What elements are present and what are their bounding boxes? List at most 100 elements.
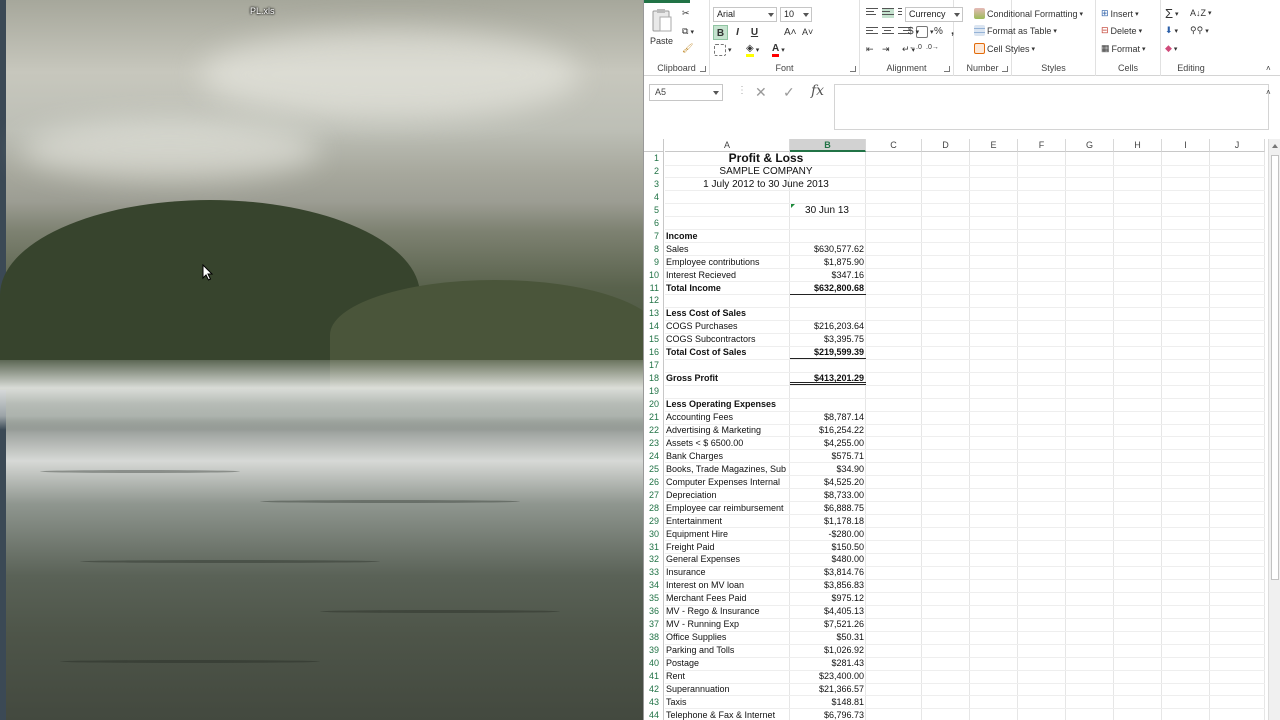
cell-b[interactable]: $480.00 <box>790 553 866 566</box>
row-number[interactable]: 32 <box>644 553 664 567</box>
cell-b[interactable]: $413,201.29 <box>790 372 866 386</box>
vertical-scrollbar[interactable] <box>1268 139 1280 720</box>
clear-button[interactable]: ◆ ▾ <box>1165 43 1177 54</box>
row-number[interactable]: 17 <box>644 359 664 373</box>
column-header-h[interactable]: H <box>1114 139 1162 152</box>
format-cells-button[interactable]: ▦ Format ▾ <box>1101 43 1146 54</box>
cell-b[interactable]: $575.71 <box>790 450 866 463</box>
row-number[interactable]: 35 <box>644 592 664 606</box>
number-launcher[interactable] <box>1002 66 1008 72</box>
copy-button[interactable]: ⧉ ▾ <box>682 26 694 37</box>
cell-a[interactable]: Office Supplies <box>665 631 790 644</box>
scrollbar-thumb[interactable] <box>1271 155 1279 580</box>
cell-b[interactable]: $630,577.62 <box>790 243 866 256</box>
row-number[interactable]: 18 <box>644 372 664 386</box>
cell-a[interactable]: Superannuation <box>665 683 790 696</box>
cell-b[interactable]: $347.16 <box>790 269 866 282</box>
cell-b[interactable]: $1,875.90 <box>790 256 866 269</box>
cell-a[interactable]: Accounting Fees <box>665 411 790 424</box>
underline-button[interactable]: U <box>747 25 762 40</box>
middle-align-icon[interactable] <box>882 8 894 18</box>
cell-a[interactable]: Less Cost of Sales <box>665 307 790 320</box>
row-number[interactable]: 23 <box>644 436 664 450</box>
row-number[interactable]: 36 <box>644 605 664 619</box>
cell-a[interactable]: Freight Paid <box>665 541 790 554</box>
desktop-icon-label[interactable]: PL.xls <box>250 6 275 16</box>
scroll-up-icon[interactable] <box>1272 144 1278 148</box>
row-number[interactable]: 37 <box>644 618 664 632</box>
cell-a[interactable]: General Expenses <box>665 553 790 566</box>
cell-b[interactable]: $219,599.39 <box>790 346 866 360</box>
row-number[interactable]: 44 <box>644 708 664 720</box>
cell-b[interactable]: $50.31 <box>790 631 866 644</box>
row-number[interactable]: 16 <box>644 346 664 360</box>
cell-a[interactable]: Total Cost of Sales <box>665 346 790 359</box>
cell-a[interactable]: Depreciation <box>665 489 790 502</box>
cell-a[interactable]: Rent <box>665 670 790 683</box>
cell-a[interactable]: MV - Rego & Insurance <box>665 605 790 618</box>
row-number[interactable]: 9 <box>644 255 664 269</box>
cell-a[interactable]: Income <box>665 230 790 243</box>
cell-b[interactable]: $3,395.75 <box>790 333 866 346</box>
cell-a[interactable] <box>665 294 790 307</box>
cancel-entry-icon[interactable]: ✕ <box>755 84 767 101</box>
cell-a[interactable]: Interest on MV loan <box>665 579 790 592</box>
row-number[interactable]: 25 <box>644 462 664 476</box>
row-number[interactable]: 19 <box>644 385 664 399</box>
cell-a[interactable]: Gross Profit <box>665 372 790 385</box>
row-number[interactable]: 8 <box>644 242 664 256</box>
cell-b[interactable] <box>790 398 866 411</box>
column-header-a[interactable]: A <box>665 139 790 152</box>
insert-function-icon[interactable]: fx <box>811 83 824 99</box>
cell-a[interactable]: Less Operating Expenses <box>665 398 790 411</box>
row-number[interactable]: 43 <box>644 695 664 709</box>
cell-b[interactable]: $4,255.00 <box>790 437 866 450</box>
worksheet-grid[interactable]: ABCDEFGHIJ 1 Profit & Loss 2 SAMPLE COMPANY… <box>644 139 1280 720</box>
cell-styles-button[interactable]: Cell Styles ▾ <box>974 43 1035 54</box>
cell-b[interactable]: $23,400.00 <box>790 670 866 683</box>
decrease-font-button[interactable]: A˅ <box>802 27 813 37</box>
row-number[interactable]: 1 <box>644 152 664 165</box>
row-number[interactable]: 7 <box>644 229 664 243</box>
row-number[interactable]: 5 <box>644 203 664 217</box>
cell-a[interactable]: COGS Subcontractors <box>665 333 790 346</box>
row-number[interactable]: 20 <box>644 398 664 412</box>
increase-font-button[interactable]: A˄ <box>784 27 797 38</box>
cell-a[interactable] <box>665 204 790 217</box>
cell-b[interactable] <box>790 294 866 307</box>
alignment-launcher[interactable] <box>944 66 950 72</box>
fill-button[interactable]: ⬇ ▾ <box>1165 25 1178 36</box>
cell-a[interactable]: Postage <box>665 657 790 670</box>
row-number[interactable]: 4 <box>644 190 664 204</box>
row-number[interactable]: 30 <box>644 527 664 541</box>
confirm-entry-icon[interactable]: ✓ <box>783 84 795 101</box>
cell-b[interactable]: $148.81 <box>790 696 866 709</box>
cell-a[interactable]: Interest Recieved <box>665 269 790 282</box>
row-number[interactable]: 33 <box>644 566 664 580</box>
cell-b[interactable]: -$280.00 <box>790 528 866 541</box>
align-left-icon[interactable] <box>866 27 878 37</box>
cell-a[interactable]: Insurance <box>665 566 790 579</box>
cell-a[interactable]: Merchant Fees Paid <box>665 592 790 605</box>
row-number[interactable]: 39 <box>644 644 664 658</box>
row-number[interactable]: 13 <box>644 307 664 321</box>
cell-b[interactable]: $4,405.13 <box>790 605 866 618</box>
cell-b[interactable]: $8,733.00 <box>790 489 866 502</box>
clipboard-launcher[interactable] <box>700 66 706 72</box>
percent-button[interactable]: % <box>934 26 943 37</box>
cell-b[interactable]: $975.12 <box>790 592 866 605</box>
cell-a[interactable]: Total Income <box>665 282 790 295</box>
cell-a[interactable]: Taxis <box>665 696 790 709</box>
cell-a[interactable]: 1 July 2012 to 30 June 2013 <box>665 178 867 191</box>
row-number[interactable]: 22 <box>644 423 664 437</box>
cell-b[interactable]: $1,026.92 <box>790 644 866 657</box>
cell-a[interactable]: Parking and Tolls <box>665 644 790 657</box>
cell-a[interactable]: Profit & Loss <box>665 152 867 165</box>
italic-button[interactable]: I <box>730 25 745 40</box>
cell-b[interactable]: $632,800.68 <box>790 282 866 295</box>
column-header-f[interactable]: F <box>1018 139 1066 152</box>
cell-b[interactable]: $150.50 <box>790 541 866 554</box>
cell-a[interactable] <box>665 359 790 372</box>
font-color-button[interactable]: A ▾ <box>772 43 785 57</box>
cell-b[interactable]: $4,525.20 <box>790 476 866 489</box>
